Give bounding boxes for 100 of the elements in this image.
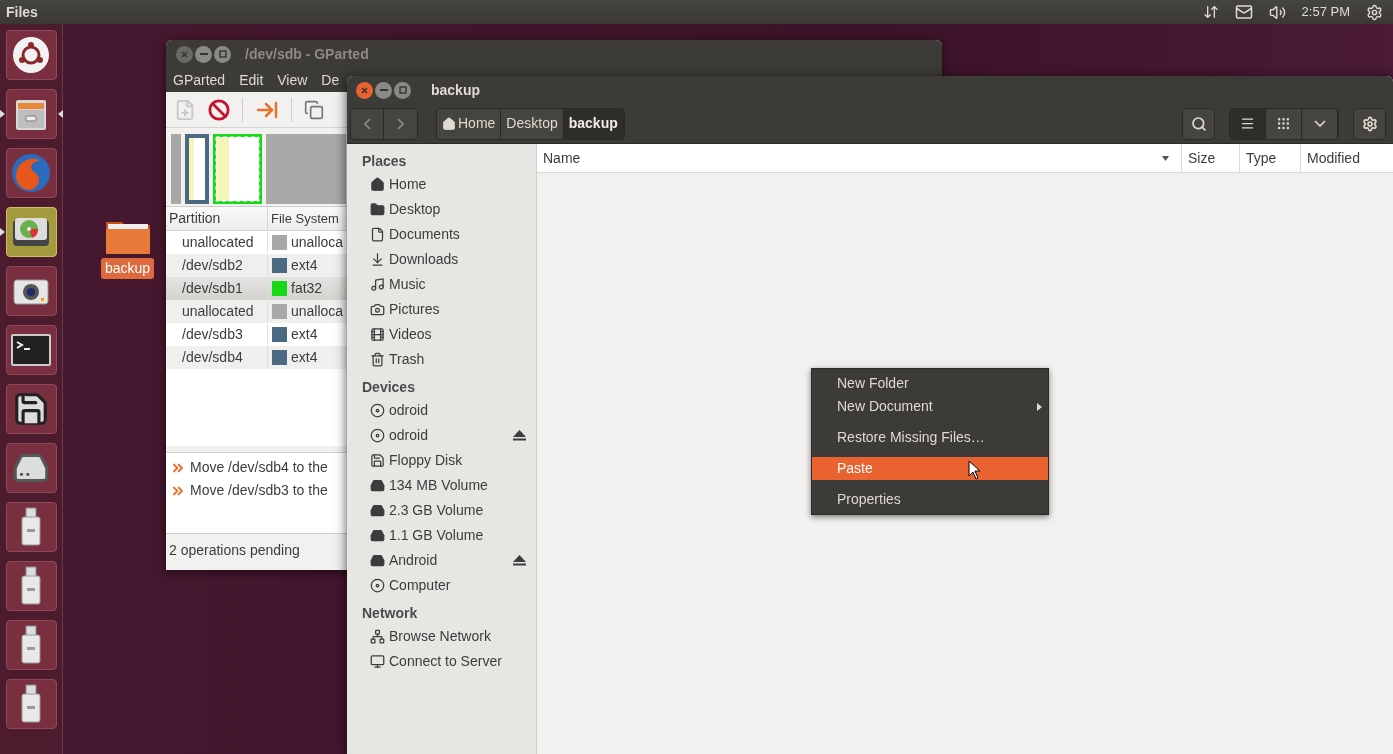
partition-row[interactable]: /dev/sdb2 ext4 [166,254,347,277]
drive-icon [370,553,385,568]
menu-item[interactable]: New Document [812,395,1048,418]
mouse-pointer-icon [968,460,981,480]
sidebar-item[interactable]: Documents [362,222,526,247]
column-header[interactable]: Size [1182,144,1240,172]
sidebar-item[interactable]: Downloads [362,247,526,272]
path-button[interactable]: Home [437,108,502,139]
launcher-tile[interactable] [5,502,57,552]
menu-item[interactable]: Edit [239,69,264,91]
path-button[interactable]: backup [563,108,624,139]
eject-icon[interactable] [513,555,526,566]
filesystem-cell-text: ext4 [291,325,318,344]
sidebar-label: Trash [389,350,425,369]
launcher-tile[interactable] [5,30,57,80]
column-header[interactable]: Partition [166,207,268,230]
sidebar-item[interactable]: Android [362,548,526,573]
menu-item[interactable]: Properties [812,488,1048,511]
minimize-icon [379,89,388,91]
clock[interactable]: 2:57 PM [1301,2,1350,22]
column-header[interactable]: File System [268,207,346,230]
partition-row[interactable]: unallocated unalloca [166,300,347,323]
sidebar-item[interactable]: Music [362,272,526,297]
gear-icon[interactable] [1366,3,1383,21]
launcher-tile[interactable] [5,620,57,670]
launcher-tile[interactable] [5,384,57,434]
sidebar-item[interactable]: Trash [362,347,526,372]
filesystem-cell-text: ext4 [291,256,318,275]
menu-item[interactable]: New Folder [812,372,1048,395]
sidebar-item[interactable]: Desktop [362,197,526,222]
column-header[interactable]: Type [1240,144,1301,172]
globe-icon [10,152,52,194]
sidebar-label: 2.3 GB Volume [389,501,484,520]
minimize-button[interactable] [375,81,392,99]
search-button[interactable] [1182,107,1215,140]
sidebar-label: Videos [389,325,432,344]
sidebar-item[interactable]: Computer [362,573,526,598]
sidebar-item[interactable]: odroid [362,398,526,423]
menu-item[interactable]: De [321,69,340,91]
drive-icon [370,503,385,518]
launcher-tile[interactable] [5,561,57,611]
partition-row[interactable]: /dev/sdb1 fat32 [166,277,347,300]
column-header[interactable]: Modified [1301,144,1393,172]
launcher-tile[interactable] [5,207,57,257]
sidebar-label: 134 MB Volume [389,476,488,495]
launcher-tile[interactable] [5,443,57,493]
launcher-tile[interactable] [5,266,57,316]
network-arrows-icon[interactable] [1202,4,1219,20]
close-icon [181,50,188,58]
no-entry-icon[interactable] [208,98,230,121]
status-text: 2 operations pending [169,541,300,560]
volume-icon[interactable] [1268,3,1286,21]
view-button[interactable] [1230,108,1266,139]
settings-button[interactable] [1353,107,1386,140]
usb-stick-icon [20,566,42,606]
sidebar-heading: Devices [362,378,416,397]
sidebar-item[interactable]: odroid [362,423,526,448]
sidebar-item[interactable]: Connect to Server [362,649,526,674]
maximize-icon [218,50,227,58]
sidebar-label: Computer [389,576,451,595]
sidebar-item[interactable]: 2.3 GB Volume [362,498,526,523]
filesystem-cell-text: unalloca [291,302,344,321]
launcher-tile[interactable] [5,679,57,729]
circle-logo-icon [11,35,51,75]
sidebar-item[interactable]: Videos [362,322,526,347]
eject-icon[interactable] [513,430,526,441]
sidebar-item[interactable]: Browse Network [362,624,526,649]
sidebar-label: Desktop [389,200,441,219]
sidebar-item[interactable]: Floppy Disk [362,448,526,473]
launcher-tile[interactable] [5,89,57,139]
sidebar-item[interactable]: Home [362,172,526,197]
partition-cell: /dev/sdb1 [166,278,268,299]
sidebar-heading: Places [362,152,408,171]
sidebar-label: Android [389,551,438,570]
camera-icon [370,302,385,317]
sidebar-label: Home [389,175,427,194]
close-button[interactable] [356,81,373,99]
copy-icon[interactable] [304,99,324,120]
sidebar-item[interactable]: 134 MB Volume [362,473,526,498]
disc-icon [370,403,385,418]
search-icon [1190,115,1207,132]
minimize-icon [199,53,208,55]
maximize-icon [398,86,407,94]
maximize-button[interactable] [394,81,411,99]
partition-row[interactable]: /dev/sdb4 ext4 [166,346,347,369]
sidebar-item[interactable]: 1.1 GB Volume [362,523,526,548]
sidebar-label: Connect to Server [389,652,502,671]
maximize-button[interactable] [214,45,231,63]
path-button[interactable]: Desktop [501,108,564,139]
menu-item[interactable]: Restore Missing Files… [812,426,1048,449]
launcher-tile[interactable] [5,325,57,375]
minimize-button[interactable] [195,45,212,63]
sort-caret-icon [1162,155,1169,161]
launcher-tile[interactable] [5,148,57,198]
sidebar-item[interactable]: Pictures [362,297,526,322]
column-header[interactable]: Name [537,144,1182,172]
menu-item[interactable]: GParted [173,69,226,91]
menu-item[interactable]: View [277,69,308,91]
mail-icon[interactable] [1234,3,1253,21]
sidebar-label: 1.1 GB Volume [389,526,484,545]
